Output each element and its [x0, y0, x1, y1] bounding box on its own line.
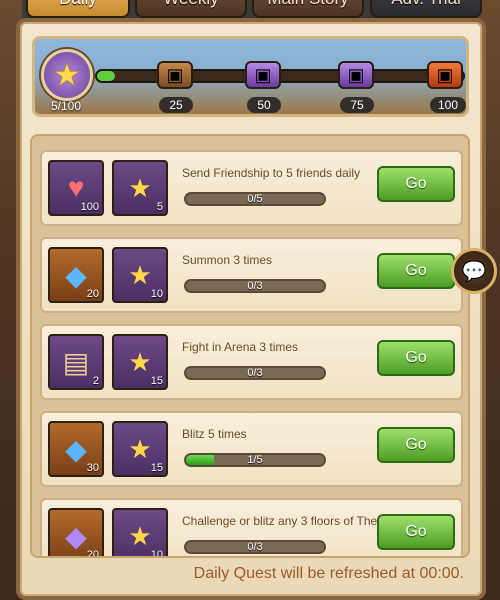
go-button[interactable]: Go: [377, 340, 455, 376]
quest-progress-text: 0/5: [247, 193, 263, 205]
go-button[interactable]: Go: [377, 253, 455, 289]
go-button[interactable]: Go: [377, 166, 455, 202]
reward-crystal: ◆ 20: [48, 508, 104, 558]
milestone-100: 100: [430, 97, 466, 113]
chat-icon: 💬: [461, 260, 487, 283]
reward-count: 15: [150, 375, 163, 387]
quest-progress-text: 0/3: [247, 280, 263, 292]
quest-progress-bar: 0/3: [184, 366, 326, 380]
quest-title: Send Friendship to 5 friends daily: [182, 166, 361, 180]
quest-item: ♥ 100 ★ 5 Send Friendship to 5 friends d…: [40, 150, 463, 226]
daily-progress-banner: ★ 5/100 ▣ 25 ▣ 50 ▣ 75 ▣ 100: [32, 36, 469, 117]
scroll-icon: ▤: [62, 346, 90, 378]
reward-count: 20: [86, 549, 99, 558]
gem-icon: ◆: [65, 433, 87, 465]
quest-list[interactable]: ♥ 100 ★ 5 Send Friendship to 5 friends d…: [30, 134, 470, 558]
chest-icon: ▣: [347, 64, 365, 85]
chest-50[interactable]: ▣: [245, 61, 281, 89]
tab-adv-trial[interactable]: Adv. Trial: [370, 0, 482, 18]
reward-points: ★ 10: [112, 247, 168, 303]
heart-icon: ♥: [67, 172, 85, 203]
reward-count: 30: [86, 462, 99, 474]
chest-100[interactable]: ▣: [427, 61, 463, 89]
quest-progress-bar: 0/5: [184, 192, 326, 206]
go-button[interactable]: Go: [377, 514, 455, 550]
star-icon: ★: [128, 433, 152, 464]
chest-icon: ▣: [254, 64, 272, 85]
quest-item: ◆ 30 ★ 15 Blitz 5 times 1/5 Go: [40, 411, 463, 487]
quest-progress-bar: 0/3: [184, 279, 326, 293]
reward-diamonds: ◆ 30: [48, 421, 104, 477]
quest-progress-bar: 1/5: [184, 453, 326, 467]
quest-tabs: Daily Weekly Main Story Adv. Trial: [0, 0, 500, 20]
quest-title: Summon 3 times: [182, 253, 273, 267]
quest-progress-text: 1/5: [247, 454, 263, 466]
refresh-notice: Daily Quest will be refreshed at 00:00.: [193, 565, 464, 582]
purple-gem-icon: ◆: [65, 520, 87, 552]
gem-icon: ◆: [65, 259, 87, 291]
reward-count: 5: [156, 201, 163, 213]
reward-count: 15: [150, 462, 163, 474]
star-icon: ★: [128, 172, 152, 203]
star-icon: ★: [128, 346, 152, 377]
reward-diamonds: ◆ 20: [48, 247, 104, 303]
quest-item: ◆ 20 ★ 10 Summon 3 times 0/3 Go: [40, 237, 463, 313]
quest-title: Blitz 5 times: [182, 427, 247, 441]
star-icon: ★: [53, 58, 81, 92]
chest-75[interactable]: ▣: [338, 61, 374, 89]
milestone-25: 25: [159, 97, 193, 113]
quest-title: Fight in Arena 3 times: [182, 340, 299, 354]
quest-progress-text: 0/3: [247, 367, 263, 379]
chest-25[interactable]: ▣: [157, 61, 193, 89]
reward-points: ★ 5: [112, 160, 168, 216]
points-progress-fill: [97, 71, 116, 81]
tab-daily[interactable]: Daily: [26, 0, 130, 18]
reward-count: 10: [150, 549, 163, 558]
reward-points: ★ 15: [112, 421, 168, 477]
quest-progress-bar: 0/3: [184, 540, 326, 554]
reward-count: 100: [80, 201, 99, 213]
points-score: 5/100: [51, 99, 82, 113]
star-icon: ★: [128, 259, 152, 290]
star-icon: ★: [128, 520, 152, 551]
tab-main-story[interactable]: Main Story: [252, 0, 364, 18]
chest-icon: ▣: [436, 64, 454, 85]
reward-count: 20: [86, 288, 99, 300]
tab-weekly[interactable]: Weekly: [135, 0, 247, 18]
go-button[interactable]: Go: [377, 427, 455, 463]
reward-points: ★ 10: [112, 508, 168, 558]
quest-item: ▤ 2 ★ 15 Fight in Arena 3 times 0/3 Go: [40, 324, 463, 400]
reward-scroll: ▤ 2: [48, 334, 104, 390]
quest-progress-text: 0/3: [247, 541, 263, 553]
points-medal: ★: [41, 49, 93, 101]
quest-item: ◆ 20 ★ 10 Challenge or blitz any 3 floor…: [40, 498, 463, 558]
milestone-75: 75: [340, 97, 374, 113]
reward-friendship: ♥ 100: [48, 160, 104, 216]
milestone-50: 50: [247, 97, 281, 113]
chat-button[interactable]: 💬: [451, 248, 497, 294]
reward-count: 10: [150, 288, 163, 300]
reward-points: ★ 15: [112, 334, 168, 390]
chest-icon: ▣: [166, 64, 184, 85]
reward-count: 2: [92, 375, 99, 387]
